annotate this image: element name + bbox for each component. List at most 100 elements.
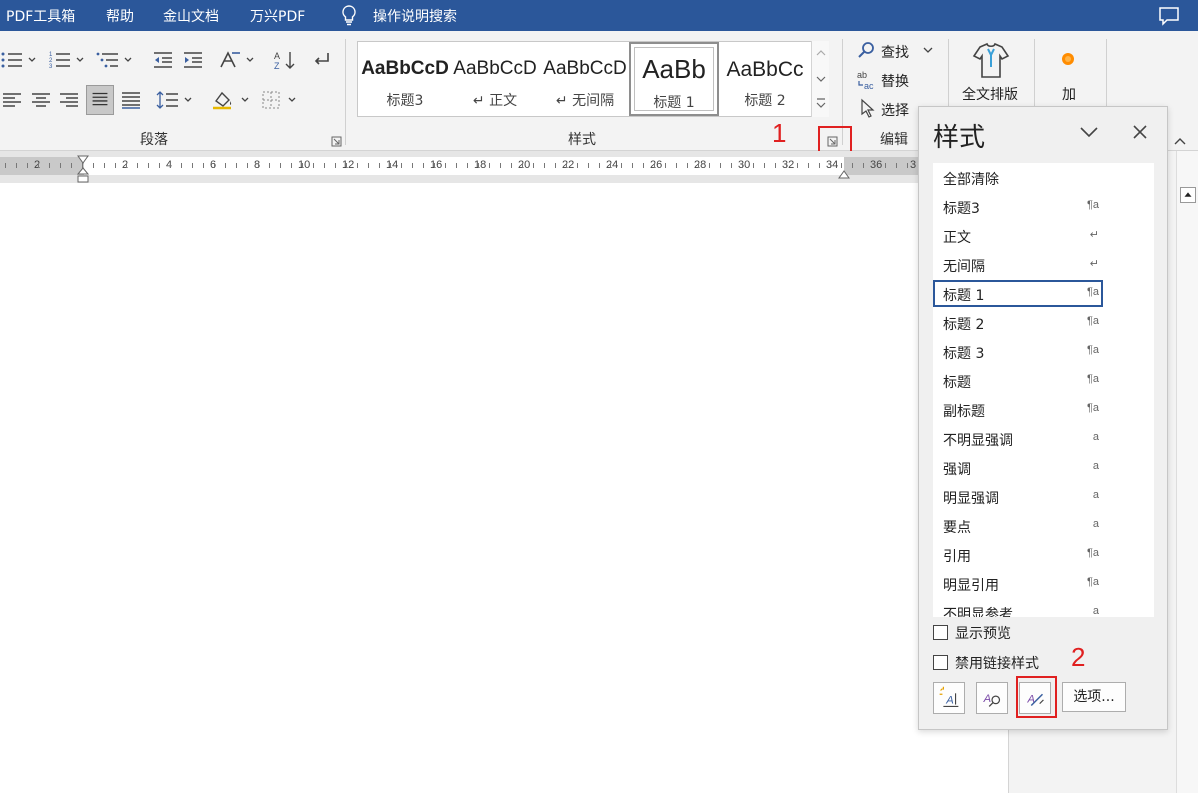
distributed-icon[interactable] — [118, 89, 144, 111]
ruler-tick — [533, 163, 534, 168]
tell-me-search[interactable]: 操作说明搜索 — [373, 6, 457, 26]
style-item[interactable]: 标题 2 ¶a — [933, 309, 1103, 336]
style-item-label: 强调 — [943, 462, 971, 478]
ruler-tick — [423, 163, 424, 168]
multilevel-list-icon[interactable] — [96, 49, 136, 71]
addin-button[interactable]: 加 — [1062, 84, 1076, 104]
decrease-indent-icon[interactable] — [150, 49, 176, 71]
show-paragraph-marks-icon[interactable] — [308, 49, 334, 71]
style-item[interactable]: 标题 1 ¶a — [933, 280, 1103, 307]
style-item[interactable]: 要点 a — [933, 512, 1103, 539]
style-type-icon: a — [1092, 460, 1099, 472]
ruler-tick — [489, 163, 490, 168]
style-item[interactable]: 全部清除 — [933, 164, 1103, 191]
justify-icon[interactable] — [86, 85, 114, 115]
style-item[interactable]: 无间隔 ↵ — [933, 251, 1103, 278]
ruler-tick — [324, 163, 325, 168]
annotation-step-2: 2 — [1071, 642, 1086, 672]
options-button[interactable]: 选项... — [1062, 682, 1126, 712]
chevron-down-icon[interactable] — [1079, 125, 1099, 139]
style-type-icon: a — [1092, 489, 1099, 501]
style-type-icon: ¶a — [1086, 576, 1099, 588]
line-spacing-icon[interactable] — [156, 89, 196, 111]
style-item-label: 明显强调 — [943, 491, 999, 507]
new-style-button[interactable]: A — [933, 682, 965, 714]
menu-wondershare-pdf[interactable]: 万兴PDF — [250, 6, 305, 26]
increase-indent-icon[interactable] — [180, 49, 206, 71]
ruler-tick — [93, 163, 94, 168]
ruler-tick — [390, 163, 391, 168]
style-item-label: 要点 — [943, 520, 971, 536]
lightbulb-icon — [340, 4, 358, 26]
hanging-indent-icon[interactable] — [76, 167, 90, 183]
shading-icon[interactable] — [210, 89, 254, 111]
style-item[interactable]: 副标题 ¶a — [933, 396, 1103, 423]
ruler-tick — [566, 163, 567, 168]
full-layout-button[interactable]: 全文排版 — [962, 84, 1018, 104]
ruler-tick — [742, 163, 743, 168]
menu-help[interactable]: 帮助 — [106, 6, 134, 26]
chinese-layout-icon[interactable] — [218, 49, 258, 71]
style-item[interactable]: 引用 ¶a — [933, 541, 1103, 568]
scroll-up-button[interactable] — [1180, 187, 1196, 203]
menu-bar: PDF工具箱 帮助 金山文档 万兴PDF 操作说明搜索 — [0, 0, 1198, 31]
paragraph-group-label: 段落 — [140, 132, 168, 148]
gallery-style-heading1[interactable]: AaBb 标题 1 — [629, 42, 719, 116]
bullets-icon[interactable] — [0, 49, 40, 71]
comment-icon[interactable] — [1158, 6, 1180, 26]
style-item[interactable]: 明显强调 a — [933, 483, 1103, 510]
ruler-tick — [610, 163, 611, 168]
sort-icon[interactable]: AZ — [272, 49, 298, 71]
menu-pdf-toolbox[interactable]: PDF工具箱 — [6, 6, 75, 26]
gallery-scroll[interactable] — [811, 41, 829, 117]
style-item[interactable]: 不明显参考 a — [933, 599, 1103, 617]
style-item[interactable]: 标题 3 ¶a — [933, 338, 1103, 365]
gallery-style-heading2[interactable]: AaBbCc 标题 2 — [720, 42, 810, 116]
style-type-icon: ¶a — [1086, 547, 1099, 559]
gallery-style-heading3[interactable]: AaBbCcD 标题3 — [360, 42, 450, 116]
ruler-tick — [786, 163, 787, 168]
borders-icon[interactable] — [260, 89, 302, 111]
ruler-tick — [885, 163, 886, 168]
style-item[interactable]: 强调 a — [933, 454, 1103, 481]
ruler-tick — [665, 163, 666, 168]
ruler-tick — [148, 163, 149, 168]
style-type-icon: a — [1092, 605, 1099, 617]
gallery-style-no-spacing[interactable]: AaBbCcD ↵ 无间隔 — [540, 42, 630, 116]
ruler-tick-label: 22 — [562, 159, 575, 171]
style-item[interactable]: 正文 ↵ — [933, 222, 1103, 249]
align-left-icon[interactable] — [0, 89, 26, 111]
style-inspector-button[interactable]: A — [976, 682, 1008, 714]
ruler-tick — [49, 163, 50, 168]
style-item[interactable]: 明显引用 ¶a — [933, 570, 1103, 597]
ruler-tick — [126, 163, 127, 168]
style-item-label: 副标题 — [943, 404, 985, 420]
vertical-scrollbar[interactable] — [1176, 151, 1198, 793]
ruler-tick — [643, 163, 644, 168]
first-line-indent-icon[interactable] — [77, 153, 89, 164]
document-canvas[interactable] — [0, 183, 1008, 793]
paragraph-dialog-launcher-icon[interactable] — [331, 135, 342, 147]
style-type-icon: a — [1092, 431, 1099, 443]
style-item-label: 明显引用 — [943, 578, 999, 594]
replace-button[interactable]: 替换 — [881, 71, 909, 91]
gallery-style-normal[interactable]: AaBbCcD ↵ 正文 — [450, 42, 540, 116]
right-indent-icon[interactable] — [838, 168, 850, 179]
style-list[interactable]: 全部清除 标题3 ¶a 正文 ↵ 无间隔 ↵ 标题 1 ¶a 标题 2 ¶a 标题 3 ¶a 标题 ¶a 副标… — [933, 163, 1154, 617]
collapse-ribbon-icon[interactable] — [1172, 135, 1188, 147]
ruler-tick — [38, 163, 39, 168]
numbering-icon[interactable]: 123 — [48, 49, 88, 71]
horizontal-ruler[interactable]: 2246810121416182022242628303234363 — [0, 151, 920, 183]
select-button[interactable]: 选择 — [881, 100, 909, 120]
menu-kingsoft-docs[interactable]: 金山文档 — [163, 6, 219, 26]
style-item[interactable]: 不明显强调 a — [933, 425, 1103, 452]
ruler-tick-label: 3 — [910, 159, 917, 171]
close-icon[interactable] — [1131, 123, 1149, 141]
chevron-down-icon[interactable] — [922, 45, 934, 55]
align-center-icon[interactable] — [28, 89, 54, 111]
style-item[interactable]: 标题3 ¶a — [933, 193, 1103, 220]
svg-text:A: A — [274, 51, 280, 61]
find-button[interactable]: 查找 — [881, 42, 909, 62]
align-right-icon[interactable] — [56, 89, 82, 111]
style-item[interactable]: 标题 ¶a — [933, 367, 1103, 394]
